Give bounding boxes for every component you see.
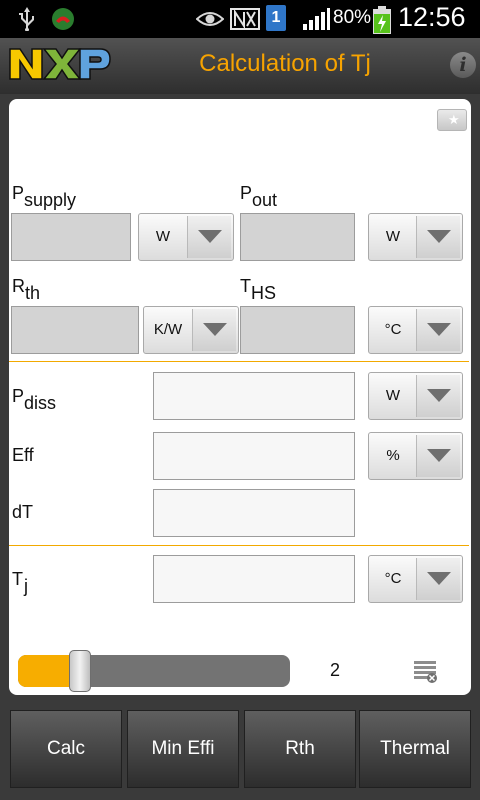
- rth-input[interactable]: [11, 306, 139, 354]
- psupply-unit-value: W: [155, 228, 171, 245]
- pdiss-unit-value: W: [385, 387, 401, 404]
- dt-label: dT: [12, 502, 34, 522]
- usb-icon: [19, 7, 34, 31]
- eff-unit-value: %: [386, 447, 400, 464]
- eff-output: [153, 432, 355, 480]
- psupply-label: Psupply: [12, 183, 77, 210]
- precision-slider[interactable]: [18, 655, 290, 687]
- min-effi-button[interactable]: Min Effi: [127, 710, 239, 788]
- nxp-logo: [9, 48, 111, 80]
- ths-unit-dropdown[interactable]: °C: [368, 306, 463, 354]
- calculator-card: ★ Psupply W Pout W Rth K/W THS °C Pdiss …: [9, 99, 471, 695]
- info-icon[interactable]: i: [450, 52, 476, 78]
- dropdown-arrow-icon[interactable]: [416, 435, 460, 477]
- ths-label: THS: [240, 276, 277, 303]
- nfc-icon: [230, 8, 260, 30]
- tj-unit-value: °C: [384, 570, 402, 587]
- rth-label: Rth: [12, 276, 41, 303]
- slider-thumb[interactable]: [69, 650, 91, 692]
- slider-value: 2: [329, 660, 340, 680]
- psupply-unit-dropdown[interactable]: W: [138, 213, 234, 261]
- divider: [9, 545, 469, 546]
- pout-unit-dropdown[interactable]: W: [368, 213, 463, 261]
- pout-label: Pout: [240, 183, 278, 210]
- ths-input[interactable]: [240, 306, 355, 354]
- dropdown-arrow-icon[interactable]: [416, 375, 460, 417]
- tj-label: Tj: [12, 569, 28, 596]
- rth-button[interactable]: Rth: [244, 710, 356, 788]
- eff-label: Eff: [12, 445, 34, 465]
- clear-list-icon[interactable]: [413, 660, 439, 684]
- dropdown-arrow-icon[interactable]: [416, 309, 460, 351]
- pout-input[interactable]: [240, 213, 355, 261]
- battery-charging-icon: [373, 6, 391, 34]
- eff-unit-dropdown[interactable]: %: [368, 432, 463, 480]
- dropdown-arrow-icon[interactable]: [416, 216, 460, 258]
- divider: [9, 361, 469, 362]
- tj-output: [153, 555, 355, 603]
- title-bar: Calculation of Tj i: [0, 38, 480, 94]
- status-bar: 1 80% 12:56: [0, 0, 480, 38]
- pout-unit-value: W: [385, 228, 401, 245]
- dropdown-arrow-icon[interactable]: [187, 216, 231, 258]
- signal-icon: [303, 8, 330, 30]
- psupply-input[interactable]: [11, 213, 131, 261]
- dropdown-arrow-icon[interactable]: [192, 309, 236, 351]
- page-title: Calculation of Tj: [199, 50, 371, 77]
- rth-unit-value: K/W: [153, 321, 183, 338]
- pdiss-label: Pdiss: [12, 386, 57, 413]
- ths-unit-value: °C: [384, 321, 402, 338]
- eye-icon: [196, 12, 224, 26]
- thermal-button[interactable]: Thermal: [359, 710, 471, 788]
- calc-button[interactable]: Calc: [10, 710, 122, 788]
- dropdown-arrow-icon[interactable]: [416, 558, 460, 600]
- tj-unit-dropdown[interactable]: °C: [368, 555, 463, 603]
- clock: 12:56: [398, 2, 466, 32]
- pdiss-output: [153, 372, 355, 420]
- missed-call-icon: [52, 8, 74, 30]
- pdiss-unit-dropdown[interactable]: W: [368, 372, 463, 420]
- dt-output: [153, 489, 355, 537]
- sim-icon: 1: [266, 5, 286, 31]
- battery-percent: 80%: [333, 7, 372, 28]
- rth-unit-dropdown[interactable]: K/W: [143, 306, 239, 354]
- folder-star-icon[interactable]: ★: [437, 109, 467, 131]
